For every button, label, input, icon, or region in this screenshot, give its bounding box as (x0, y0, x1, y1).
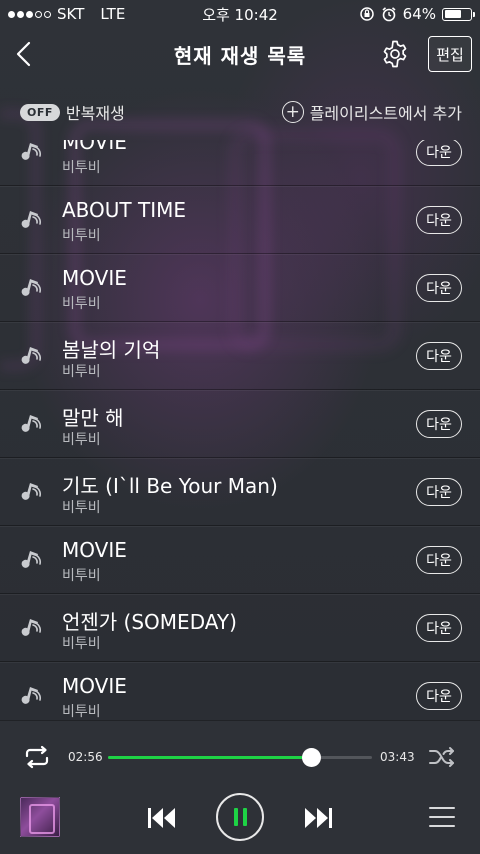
song-title: MOVIE (62, 140, 127, 154)
repeat-label: 반복재생 (65, 104, 125, 123)
download-button[interactable]: 다운 (416, 274, 462, 302)
album-art-thumbnail[interactable] (20, 797, 60, 837)
song-artist: 비투비 (62, 432, 101, 448)
download-button[interactable]: 다운 (416, 342, 462, 370)
download-button[interactable]: 다운 (416, 410, 462, 438)
add-from-playlist-button[interactable]: + 플레이리스트에서 추가 (281, 100, 462, 124)
music-note-icon (21, 619, 42, 636)
plus-circle-icon: + (281, 101, 304, 123)
song-title: 말만 해 (62, 406, 124, 430)
download-button[interactable]: 다운 (416, 614, 462, 642)
page-title: 현재 재생 목록 (173, 43, 307, 68)
add-from-playlist-label: 플레이리스트에서 추가 (309, 104, 462, 123)
download-button[interactable]: 다운 (416, 546, 462, 574)
shuffle-icon[interactable] (428, 745, 456, 769)
playlist-toolbar: OFF 반복재생 + 플레이리스트에서 추가 (0, 94, 480, 130)
song-artist: 비투비 (62, 160, 101, 176)
battery-icon (442, 7, 475, 21)
song-row[interactable]: MOVIE 비투비 다운 (0, 140, 480, 186)
song-artist: 비투비 (62, 364, 101, 380)
music-note-icon (21, 279, 42, 296)
player-bar: 02:56 03:43 (0, 720, 480, 854)
song-row[interactable]: 기도 (I`ll Be Your Man) 비투비 다운 (0, 458, 480, 526)
network-label: LTE (100, 5, 126, 23)
status-bar: SKT LTE 오후 10:42 64% (0, 0, 480, 28)
song-row[interactable]: 봄날의 기억비투비 다운 (0, 322, 480, 390)
song-artist: 비투비 (62, 704, 101, 720)
carrier-label: SKT (57, 5, 85, 23)
controls-row (0, 793, 480, 843)
chevron-left-icon[interactable] (12, 40, 36, 68)
song-title: 기도 (I`ll Be Your Man) (62, 474, 278, 498)
song-title: 언젠가 (SOMEDAY) (62, 610, 237, 634)
song-row[interactable]: 언젠가 (SOMEDAY) 비투비 다운 (0, 594, 480, 662)
pause-button[interactable] (216, 793, 264, 841)
song-title: MOVIE (62, 674, 127, 698)
song-row[interactable]: 말만 해비투비 다운 (0, 390, 480, 458)
download-button[interactable]: 다운 (416, 140, 462, 166)
progress-thumb[interactable] (302, 748, 322, 767)
download-button[interactable]: 다운 (416, 682, 462, 710)
song-row[interactable]: MOVIE 비투비 다운 (0, 526, 480, 594)
download-button[interactable]: 다운 (416, 478, 462, 506)
song-artist: 비투비 (62, 228, 101, 244)
repeat-state-badge[interactable]: OFF (20, 103, 60, 121)
song-title: ABOUT TIME (62, 198, 187, 222)
repeat-icon[interactable] (22, 745, 52, 769)
progress-row: 02:56 03:43 (0, 743, 480, 771)
download-button[interactable]: 다운 (416, 206, 462, 234)
song-title: MOVIE (62, 538, 127, 562)
pause-icon (233, 808, 238, 826)
header: 현재 재생 목록 편집 (0, 28, 480, 80)
song-row[interactable]: MOVIE 비투비 다운 (0, 662, 480, 720)
music-note-icon (21, 211, 42, 228)
music-note-icon (21, 143, 42, 160)
total-time: 03:43 (380, 750, 415, 764)
current-time: 02:56 (68, 750, 103, 764)
music-note-icon (21, 415, 42, 432)
music-note-icon (21, 551, 42, 568)
now-playing-list[interactable]: MOVIE 비투비 다운 ABOUT TIME 비투비 다운 MOVIE 비투비 다운 봄날의 기… (0, 140, 480, 720)
alarm-icon (382, 7, 396, 22)
music-note-icon (21, 483, 42, 500)
hamburger-menu-icon[interactable] (428, 805, 456, 829)
skip-previous-icon[interactable] (146, 805, 178, 831)
gear-icon[interactable] (380, 39, 410, 69)
song-artist: 비투비 (62, 636, 101, 652)
signal-strength-icon (8, 10, 51, 18)
rotation-lock-icon (359, 7, 374, 21)
battery-percent: 64% (402, 5, 436, 23)
song-row[interactable]: MOVIE 비투비 다운 (0, 254, 480, 322)
progress-slider[interactable] (108, 748, 372, 767)
repeat-toggle[interactable]: OFF 반복재생 (20, 100, 125, 124)
skip-next-icon[interactable] (302, 805, 334, 831)
edit-button[interactable]: 편집 (428, 36, 472, 72)
song-artist: 비투비 (62, 296, 101, 312)
music-note-icon (21, 347, 42, 364)
music-note-icon (21, 687, 42, 704)
song-row[interactable]: ABOUT TIME 비투비 다운 (0, 186, 480, 254)
song-artist: 비투비 (62, 568, 101, 584)
song-title: 봄날의 기억 (62, 338, 161, 362)
song-title: MOVIE (62, 266, 127, 290)
song-artist: 비투비 (62, 500, 101, 516)
